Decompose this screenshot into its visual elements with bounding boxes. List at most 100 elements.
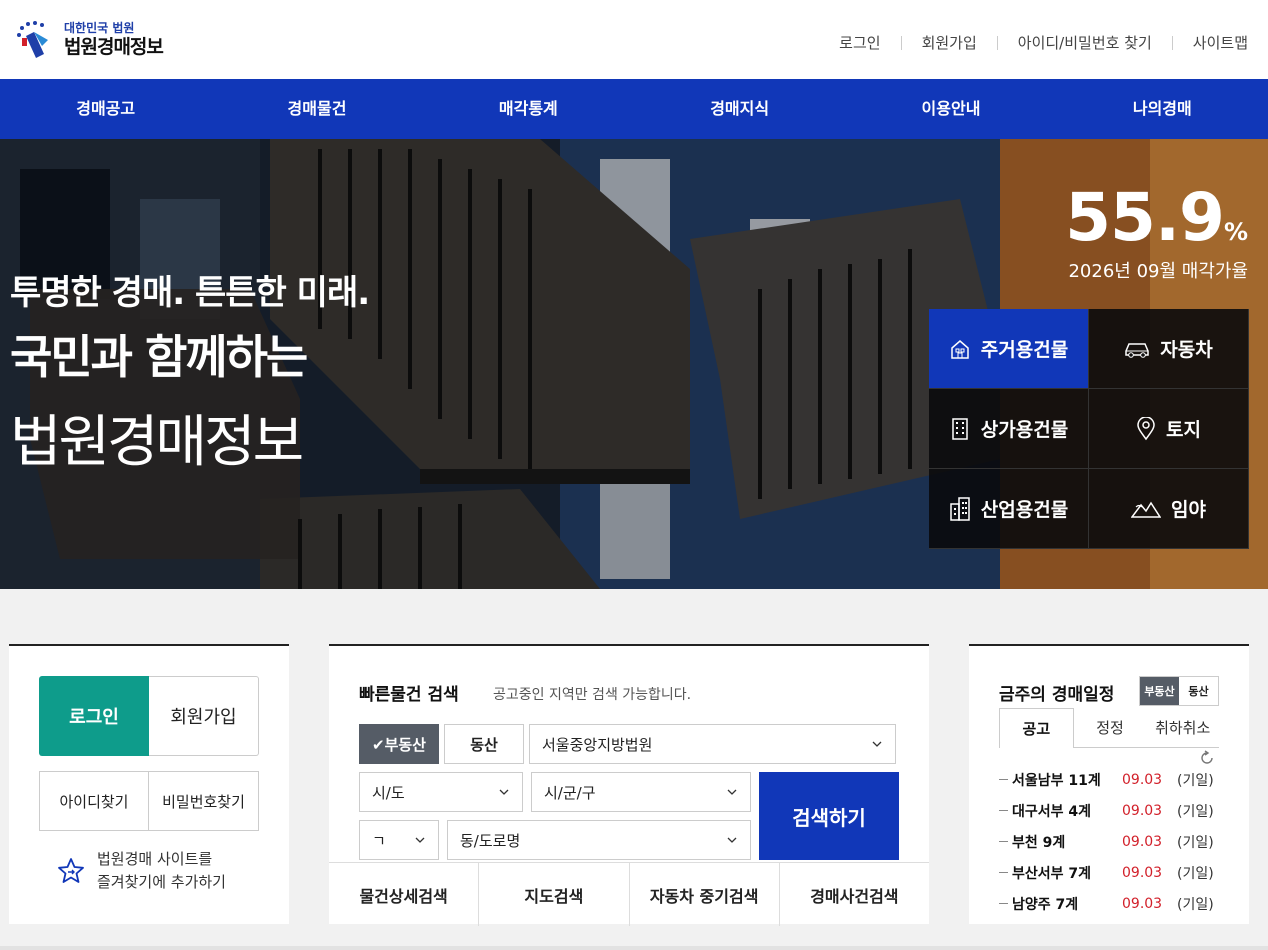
login-button[interactable]: 로그인 — [39, 676, 149, 756]
factory-building-icon — [950, 496, 970, 521]
schedule-type-toggle: 부동산 동산 — [1139, 676, 1219, 706]
sido-select-value: 시/도 — [372, 783, 405, 802]
chevron-down-icon — [727, 789, 737, 795]
schedule-status: (기일) — [1177, 772, 1214, 789]
hero-banner: 투명한 경매. 튼튼한 미래. 국민과 함께하는 법원경매정보 55.9% 20… — [0, 139, 1268, 589]
chevron-down-icon — [415, 837, 425, 843]
nav-auction-knowledge[interactable]: 경매지식 — [634, 79, 845, 139]
sigungu-select[interactable]: 시/군/구 — [531, 772, 751, 812]
util-find-account-link[interactable]: 아이디/비밀번호 찾기 — [998, 32, 1172, 53]
list-item: 부천 9계 09.03 (기일) — [999, 826, 1224, 857]
list-bullet — [999, 810, 1008, 811]
house-icon — [951, 339, 969, 359]
nav-usage-guide[interactable]: 이용안내 — [845, 79, 1056, 139]
real-estate-toggle[interactable]: ✔부동산 — [359, 724, 439, 764]
add-favorite-link[interactable]: 법원경매 사이트를 즐겨찾기에 추가하기 — [57, 848, 226, 894]
find-password-button[interactable]: 비밀번호찾기 — [149, 771, 259, 831]
schedule-status: (기일) — [1177, 865, 1214, 882]
star-icon — [58, 858, 84, 883]
schedule-court[interactable]: 대구서부 4계 — [1012, 801, 1122, 821]
utility-menu: 로그인 회원가입 아이디/비밀번호 찾기 사이트맵 — [819, 32, 1248, 53]
sale-rate-value: 55.9 — [1065, 179, 1225, 256]
site-logo[interactable]: 대한민국 법원 법원경매정보 — [14, 18, 164, 62]
category-car[interactable]: 자동차 — [1089, 309, 1249, 389]
tab-case-search[interactable]: 경매사건검색 — [780, 863, 929, 926]
sigungu-select-value: 시/군/구 — [544, 783, 596, 802]
sale-rate-widget: 55.9% 2026년 09월 매각가율 — [1065, 181, 1248, 283]
schedule-court[interactable]: 부산서부 7계 — [1012, 863, 1122, 883]
hero-slogan: 투명한 경매. 튼튼한 미래. — [10, 273, 370, 313]
tab-map-search[interactable]: 지도검색 — [479, 863, 630, 926]
hero-headline: 국민과 함께하는 — [10, 330, 308, 384]
nav-sale-statistics[interactable]: 매각통계 — [423, 79, 634, 139]
sale-rate-label: 2026년 09월 매각가율 — [1068, 261, 1248, 282]
nav-auction-notice[interactable]: 경매공고 — [0, 79, 211, 139]
court-emblem-icon — [14, 18, 58, 62]
list-bullet — [999, 779, 1008, 780]
mountain-icon — [1131, 501, 1162, 518]
category-label: 자동차 — [1160, 339, 1213, 361]
list-bullet — [999, 903, 1008, 904]
schedule-movable-toggle[interactable]: 동산 — [1179, 677, 1218, 705]
join-button[interactable]: 회원가입 — [149, 676, 259, 756]
schedule-list: 서울남부 11계 09.03 (기일) 대구서부 4계 09.03 (기일) 부… — [999, 764, 1224, 919]
login-panel: 로그인 회원가입 아이디찾기 비밀번호찾기 법원경매 사이트를 즐겨찾기에 추가… — [9, 644, 289, 924]
hero-site-name: 법원경매정보 — [10, 410, 304, 475]
schedule-date: 09.03 — [1122, 895, 1163, 912]
footer-divider — [0, 946, 1268, 950]
list-item: 서울남부 11계 09.03 (기일) — [999, 764, 1224, 795]
category-label: 토지 — [1166, 419, 1201, 441]
schedule-court[interactable]: 서울남부 11계 — [1012, 770, 1122, 790]
category-industrial[interactable]: 산업용건물 — [929, 469, 1089, 549]
list-item: 남양주 7계 09.03 (기일) — [999, 888, 1224, 919]
schedule-date: 09.03 — [1122, 771, 1163, 788]
tab-cancellation[interactable]: 취하취소 — [1146, 708, 1220, 748]
court-select[interactable]: 서울중앙지방법원 — [529, 724, 896, 764]
dong-road-select[interactable]: 동/도로명 — [447, 820, 751, 860]
util-login-link[interactable]: 로그인 — [819, 32, 900, 53]
schedule-date: 09.03 — [1122, 864, 1163, 881]
list-bullet — [999, 872, 1008, 873]
category-label: 주거용건물 — [980, 339, 1069, 361]
search-button[interactable]: 검색하기 — [759, 772, 899, 860]
schedule-court[interactable]: 남양주 7계 — [1012, 894, 1122, 914]
logo-subtitle: 대한민국 법원 — [64, 21, 135, 35]
main-navigation: 경매공고 경매물건 매각통계 경매지식 이용안내 나의경매 — [0, 79, 1268, 139]
category-residential[interactable]: 주거용건물 — [929, 309, 1089, 389]
category-land[interactable]: 토지 — [1089, 389, 1249, 469]
schedule-title: 금주의 경매일정 — [999, 685, 1115, 705]
sale-rate-unit: % — [1223, 218, 1248, 246]
initial-consonant-select[interactable]: ㄱ — [359, 820, 439, 860]
category-forest[interactable]: 임야 — [1089, 469, 1249, 549]
list-bullet — [999, 841, 1008, 842]
tab-notice[interactable]: 공고 — [999, 708, 1074, 748]
dong-road-value: 동/도로명 — [460, 831, 521, 850]
find-id-button[interactable]: 아이디찾기 — [39, 771, 149, 831]
nav-auction-items[interactable]: 경매물건 — [211, 79, 422, 139]
nav-my-auction[interactable]: 나의경매 — [1057, 79, 1268, 139]
sido-select[interactable]: 시/도 — [359, 772, 523, 812]
schedule-real-estate-toggle[interactable]: 부동산 — [1140, 677, 1179, 705]
movable-property-toggle[interactable]: 동산 — [444, 724, 524, 764]
tab-detailed-search[interactable]: 물건상세검색 — [329, 863, 480, 926]
quick-search-panel: 빠른물건 검색 공고중인 지역만 검색 가능합니다. ✔부동산 동산 서울중앙지… — [329, 644, 929, 926]
chevron-down-icon — [499, 789, 509, 795]
weekly-schedule-panel: 금주의 경매일정 부동산 동산 공고 정정 취하취소 서울남부 11계 09.0… — [969, 644, 1249, 924]
quick-search-note: 공고중인 지역만 검색 가능합니다. — [493, 687, 692, 703]
favorite-text-line1: 법원경매 사이트를 — [97, 850, 213, 868]
chevron-down-icon — [872, 741, 882, 747]
car-icon — [1125, 342, 1150, 358]
search-tabs: 물건상세검색 지도검색 자동차 중기검색 경매사건검색 — [329, 862, 929, 926]
util-join-link[interactable]: 회원가입 — [902, 32, 997, 53]
tab-vehicle-search[interactable]: 자동차 중기검색 — [630, 863, 780, 926]
schedule-status: (기일) — [1177, 834, 1214, 851]
tab-correction[interactable]: 정정 — [1073, 708, 1147, 748]
category-commercial[interactable]: 상가용건물 — [929, 389, 1089, 469]
category-label: 산업용건물 — [980, 499, 1069, 521]
location-pin-icon — [1137, 416, 1155, 440]
initial-consonant-value: ㄱ — [372, 831, 386, 850]
building-icon — [952, 417, 968, 440]
util-sitemap-link[interactable]: 사이트맵 — [1173, 32, 1248, 53]
site-header: 대한민국 법원 법원경매정보 로그인 회원가입 아이디/비밀번호 찾기 사이트맵 — [0, 0, 1268, 79]
schedule-court[interactable]: 부천 9계 — [1012, 832, 1122, 852]
